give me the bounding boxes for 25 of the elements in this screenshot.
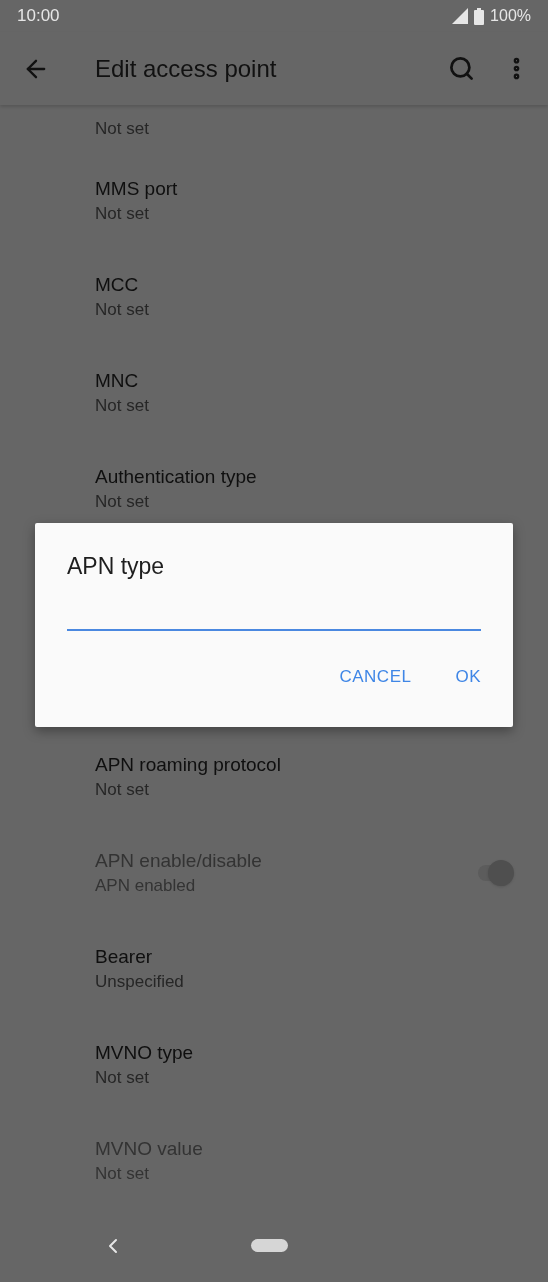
setting-title: MVNO type [95,1041,195,1065]
setting-summary: Not set [95,1067,150,1089]
dialog-title: APN type [67,552,166,581]
setting-summary: Not set [95,203,150,225]
status-time: 10:00 [17,5,60,28]
setting-title: MMS port [95,177,179,201]
setting-title: APN roaming protocol [95,753,282,777]
setting-title: Bearer [95,945,154,969]
setting-summary: Not set [95,779,150,801]
setting-summary: Not set [95,491,150,513]
dialog-button[interactable]: CANCEL [325,659,426,695]
home-pill[interactable] [251,1239,288,1252]
setting-summary: Not set [95,299,150,321]
setting-summary: Unspecified [95,971,185,993]
app-bar-title: Edit access point [95,53,278,84]
setting-title: MCC [95,273,140,297]
setting-summary: Not set [95,395,150,417]
setting-title: MNC [95,369,140,393]
battery-percent: 100% [490,6,531,26]
search-icon[interactable] [448,55,475,82]
setting-summary: Not set [95,118,150,140]
battery-icon [474,7,485,25]
setting-title: Authentication type [95,465,258,489]
dialog-button[interactable]: OK [441,659,495,695]
signal-icon [452,8,469,24]
